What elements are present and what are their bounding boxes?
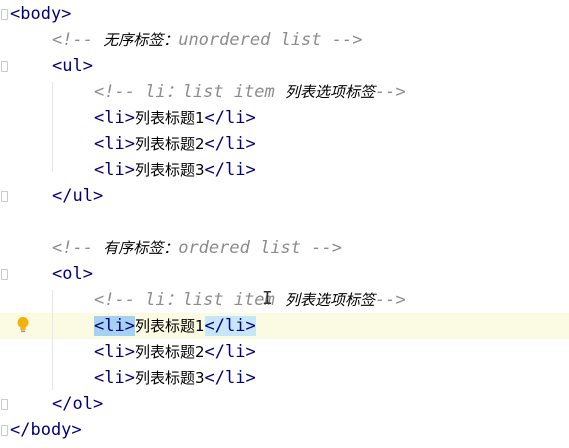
list-item-text: 列表标题1 (134, 109, 205, 127)
html-tag: <body> (10, 4, 72, 24)
code-line[interactable]: <li>列表标题1</li> (0, 313, 569, 339)
code-line-content: <li>列表标题3</li> (94, 157, 256, 183)
code-line[interactable]: <!-- li：list item 列表选项标签--> (0, 79, 569, 105)
html-tag: <li> (94, 160, 135, 180)
code-line[interactable]: <!-- 有序标签：ordered list --> (0, 235, 569, 261)
html-tag: </li> (204, 368, 256, 388)
code-comment: 列表选项标签 (285, 291, 376, 309)
list-item-text: 列表标题2 (134, 343, 205, 361)
code-line[interactable]: <li>列表标题1</li> (0, 105, 569, 131)
code-comment: <!-- (52, 30, 104, 50)
indent-guide (52, 290, 53, 390)
code-comment: <!-- li： (94, 290, 183, 310)
matched-tag: <li> (94, 316, 135, 336)
code-line[interactable]: <body> (0, 1, 569, 27)
html-tag: </ol> (52, 394, 104, 414)
code-line[interactable]: <ul> (0, 53, 569, 79)
list-item-text: 列表标题2 (134, 135, 205, 153)
code-comment: list item (182, 82, 286, 102)
html-tag: <li> (94, 134, 135, 154)
code-comment: <!-- li： (94, 82, 183, 102)
code-line-content: <!-- 有序标签：ordered list --> (52, 235, 342, 261)
code-line-content: <ul> (52, 53, 93, 79)
code-line[interactable]: <!-- li：list item 列表选项标签--> (0, 287, 569, 313)
code-line[interactable] (0, 209, 569, 235)
fold-marker-icon[interactable] (1, 191, 8, 202)
html-tag: </li> (204, 108, 256, 128)
code-line-content: </ul> (52, 183, 103, 209)
code-line-content: <li>列表标题1</li> (94, 105, 256, 131)
code-line[interactable]: <li>列表标题2</li> (0, 131, 569, 157)
code-line-content: <li>列表标题3</li> (94, 365, 256, 391)
code-comment: unordered list --> (178, 30, 363, 50)
code-line-content: </ol> (52, 391, 103, 417)
code-line-content: <!-- li：list item 列表选项标签--> (94, 79, 406, 105)
html-tag: </ul> (52, 186, 104, 206)
code-comment: 无序标签： (103, 31, 179, 49)
html-tag: </li> (204, 342, 256, 362)
fold-marker-icon[interactable] (1, 399, 8, 410)
code-line[interactable]: <!-- 无序标签：unordered list --> (0, 27, 569, 53)
code-line-content: <li>列表标题1</li> (94, 313, 256, 339)
text-cursor-icon: I (262, 288, 273, 309)
list-item-text: 列表标题1 (134, 317, 205, 335)
code-line-content: <body> (10, 1, 71, 27)
lightbulb-icon[interactable] (16, 316, 30, 334)
code-line-content: </body> (10, 417, 82, 443)
code-comment: 列表选项标签 (285, 83, 376, 101)
indent-guide (52, 82, 53, 172)
code-line[interactable]: <li>列表标题2</li> (0, 339, 569, 365)
code-line-content: <li>列表标题2</li> (94, 339, 256, 365)
matched-tag: </li> (204, 316, 256, 336)
code-comment: --> (375, 290, 406, 310)
code-line[interactable]: <li>列表标题3</li> (0, 157, 569, 183)
fold-marker-icon[interactable] (1, 425, 8, 436)
code-line[interactable]: <li>列表标题3</li> (0, 365, 569, 391)
fold-marker-icon[interactable] (1, 9, 8, 20)
code-line-content: <!-- 无序标签：unordered list --> (52, 27, 362, 53)
code-line[interactable]: </body> (0, 417, 569, 443)
html-tag: <li> (94, 342, 135, 362)
html-tag: <li> (94, 108, 135, 128)
code-line-content: <li>列表标题2</li> (94, 131, 256, 157)
code-line[interactable]: </ol> (0, 391, 569, 417)
list-item-text: 列表标题3 (134, 161, 205, 179)
fold-marker-icon[interactable] (1, 269, 8, 280)
fold-marker-icon[interactable] (1, 61, 8, 72)
html-tag: <ul> (52, 56, 93, 76)
html-tag: </li> (204, 160, 256, 180)
html-tag: </li> (204, 134, 256, 154)
list-item-text: 列表标题3 (134, 369, 205, 387)
html-tag: <li> (94, 368, 135, 388)
code-line[interactable]: <ol> (0, 261, 569, 287)
code-line[interactable]: </ul> (0, 183, 569, 209)
html-tag: <ol> (52, 264, 93, 284)
code-comment: <!-- (52, 238, 104, 258)
code-comment: --> (375, 82, 406, 102)
code-editor[interactable]: <body> <!-- 无序标签：unordered list --> <ul> <!… (0, 0, 569, 448)
code-line-content: <!-- li：list item 列表选项标签--> (94, 287, 406, 313)
code-line-content: <ol> (52, 261, 93, 287)
html-tag: </body> (10, 420, 82, 440)
code-comment: 有序标签： (103, 239, 179, 257)
code-comment: ordered list --> (178, 238, 342, 258)
